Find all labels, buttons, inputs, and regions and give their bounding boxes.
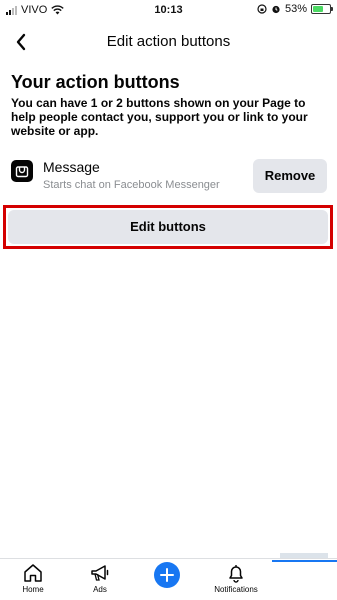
status-right: 53% [257, 3, 333, 15]
nav-ads[interactable]: Ads [70, 563, 130, 594]
nav-create[interactable] [137, 562, 197, 588]
bottom-nav: Home Ads Notifications [0, 558, 337, 600]
megaphone-icon [91, 565, 109, 581]
header: Edit action buttons [0, 22, 337, 62]
nav-home[interactable]: Home [3, 563, 63, 594]
action-subtitle: Starts chat on Facebook Messenger [43, 179, 220, 191]
section-title: Your action buttons [11, 72, 180, 92]
rotation-lock-icon [257, 4, 267, 14]
battery-icon [311, 4, 333, 14]
status-bar: VIVO 10:13 53% [0, 0, 337, 20]
nav-home-label: Home [22, 585, 44, 594]
page-title: Edit action buttons [106, 33, 231, 50]
bell-icon [229, 565, 243, 583]
section-description: You can have 1 or 2 buttons shown on you… [11, 96, 308, 138]
home-icon [24, 564, 42, 582]
nav-notifications[interactable]: Notifications [206, 563, 266, 594]
battery-percent: 53% [284, 3, 307, 15]
nav-active-indicator [272, 560, 337, 562]
nav-notifications-label: Notifications [214, 585, 258, 594]
action-name: Message [43, 159, 100, 175]
plus-icon [154, 562, 180, 588]
remove-button[interactable]: Remove [253, 159, 327, 193]
action-item-message: Message Starts chat on Facebook Messenge… [0, 155, 337, 197]
alarm-icon [272, 5, 280, 14]
messenger-bag-icon [11, 160, 33, 182]
edit-buttons-button[interactable]: Edit buttons [8, 210, 328, 244]
nav-ads-label: Ads [93, 585, 107, 594]
